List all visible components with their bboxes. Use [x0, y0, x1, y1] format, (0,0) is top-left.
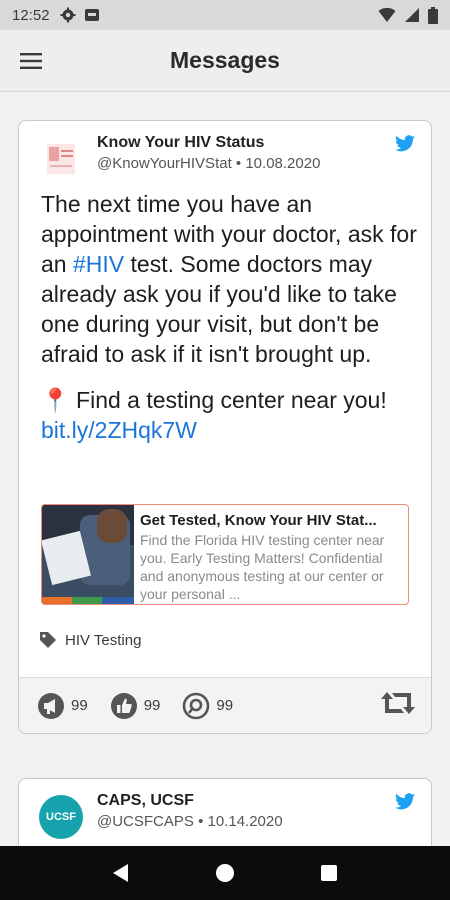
- short-link[interactable]: bit.ly/2ZHqk7W: [41, 417, 197, 443]
- message-card[interactable]: UCSF CAPS, UCSF @UCSFCAPS • 10.14.2020: [18, 778, 432, 846]
- tweet-paragraph: The next time you have an appointment wi…: [41, 189, 417, 369]
- hashtag-link[interactable]: #HIV: [73, 251, 124, 277]
- meta-separator: •: [231, 155, 246, 172]
- megaphone-icon: [38, 692, 64, 719]
- pin-action[interactable]: 99: [182, 692, 233, 720]
- author-handle: @UCSFCAPS: [97, 813, 194, 830]
- post-date: 10.08.2020: [245, 155, 321, 172]
- status-time: 12:52: [12, 6, 50, 24]
- hamburger-menu-icon: [20, 52, 42, 69]
- tag-icon: [40, 632, 56, 648]
- retweet-icon: [381, 692, 415, 714]
- thumbs-up-icon: [110, 692, 137, 719]
- gear-icon: [60, 7, 76, 23]
- link-preview-image: [42, 505, 134, 604]
- meta-separator: •: [193, 813, 208, 830]
- avatar[interactable]: UCSF: [39, 795, 83, 839]
- author-meta: @KnowYourHIVStat • 10.08.2020: [97, 153, 320, 175]
- megaphone-action[interactable]: 99: [37, 692, 88, 720]
- tweet-text-segment: Find a testing center near you!: [69, 387, 387, 413]
- card-header: Know Your HIV Status @KnowYourHIVStat • …: [39, 133, 415, 185]
- status-bar: 12:52: [0, 0, 450, 30]
- author-name[interactable]: CAPS, UCSF: [97, 791, 283, 811]
- message-card[interactable]: Know Your HIV Status @KnowYourHIVStat • …: [18, 120, 432, 734]
- link-preview-description: Find the Florida HIV testing center near…: [140, 532, 385, 602]
- link-preview[interactable]: Get Tested, Know Your HIV Stat... Find t…: [41, 504, 409, 605]
- tag-chip[interactable]: HIV Testing: [39, 631, 141, 649]
- author-handle: @KnowYourHIVStat: [97, 155, 232, 172]
- page-title: Messages: [170, 47, 280, 73]
- pin-count: 99: [216, 697, 234, 714]
- avatar-text: UCSF: [46, 811, 76, 823]
- tag-label: HIV Testing: [65, 631, 142, 649]
- avatar[interactable]: [39, 137, 83, 181]
- know-your-status-logo-icon: [47, 144, 75, 174]
- author-meta: @UCSFCAPS • 10.14.2020: [97, 811, 283, 833]
- tweet-text: The next time you have an appointment wi…: [41, 189, 417, 461]
- home-icon[interactable]: [215, 863, 235, 883]
- retweet-button[interactable]: [381, 690, 415, 721]
- pin-circle-icon: [183, 692, 210, 719]
- app-bar: Messages: [0, 30, 450, 92]
- megaphone-count: 99: [71, 697, 88, 714]
- pin-emoji: 📍: [41, 387, 70, 413]
- menu-button[interactable]: [0, 30, 62, 92]
- notification-box-icon: [84, 9, 99, 21]
- battery-icon: [428, 6, 438, 24]
- author-name[interactable]: Know Your HIV Status: [97, 133, 320, 153]
- thumbs-up-action[interactable]: 99: [110, 692, 161, 720]
- tweet-paragraph: 📍 Find a testing center near you! bit.ly…: [41, 385, 417, 445]
- signal-icon: [405, 8, 419, 22]
- action-bar: 99 99 99: [19, 677, 431, 733]
- system-nav-bar: [0, 846, 450, 900]
- back-icon[interactable]: [112, 863, 130, 883]
- card-header: UCSF CAPS, UCSF @UCSFCAPS • 10.14.2020: [39, 791, 415, 843]
- thumbs-up-count: 99: [143, 697, 161, 714]
- twitter-icon: [395, 793, 415, 810]
- recents-icon[interactable]: [320, 864, 338, 882]
- message-feed[interactable]: Know Your HIV Status @KnowYourHIVStat • …: [0, 92, 450, 846]
- link-preview-title: Get Tested, Know Your HIV Stat...: [140, 512, 377, 529]
- post-date: 10.14.2020: [207, 813, 283, 830]
- wifi-icon: [378, 7, 396, 22]
- twitter-icon: [395, 135, 415, 152]
